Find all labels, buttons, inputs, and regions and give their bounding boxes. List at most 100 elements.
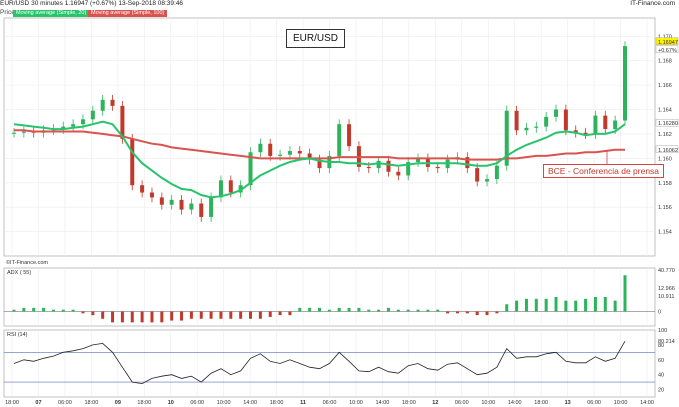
price-label: 1.16280 <box>658 121 678 127</box>
adx-bar <box>515 300 519 312</box>
candle-body <box>563 109 568 131</box>
candle-body <box>366 166 371 169</box>
adx-bar <box>22 307 26 312</box>
adx-bar <box>357 307 361 312</box>
x-tick-label: 06:00 <box>58 400 72 406</box>
adx-bar <box>377 309 381 312</box>
adx-bar <box>623 275 627 312</box>
adx-bar <box>170 311 174 321</box>
candle-body <box>475 168 480 182</box>
adx-bar <box>347 307 351 312</box>
adx-bar <box>495 311 499 314</box>
price-title-box: EUR/USD <box>286 29 346 48</box>
candle-body <box>179 199 184 210</box>
adx-bar <box>485 311 489 316</box>
adx-bar <box>32 307 36 312</box>
adx-value-label: 40.770 <box>658 268 675 274</box>
y-tick-label: 1.168 <box>658 59 672 65</box>
adx-bar <box>120 311 124 323</box>
price-label: +0.67% <box>658 48 677 54</box>
x-tick-label: 10:00 <box>614 400 628 406</box>
x-tick-label: 18:00 <box>534 400 548 406</box>
adx-label: ADX ( 55) <box>7 270 31 276</box>
candle-body <box>71 124 76 127</box>
adx-bar <box>436 309 440 312</box>
candle-body <box>258 143 263 153</box>
rsi-tick-label: 20 <box>658 388 664 394</box>
adx-bar <box>465 311 469 314</box>
adx-bar <box>189 311 193 319</box>
adx-bar <box>524 298 528 312</box>
x-tick-label: 18:00 <box>270 400 284 406</box>
x-tick-label: 14:00 <box>243 400 257 406</box>
adx-bar <box>544 298 548 312</box>
chart-svg: 18:00 07 06:00 18:00 09 18:00 10 06:00 10:00 14:0… <box>3 17 679 406</box>
candle-body <box>376 160 381 169</box>
x-tick-label: 10:00 <box>481 400 495 406</box>
adx-bar <box>101 311 105 319</box>
chart-root: EUR/USD 30 minutes 1.16947 (+0.67%) 13-S… <box>0 0 679 407</box>
candle-body <box>90 110 95 120</box>
x-tick-label: 18:00 <box>137 400 151 406</box>
adx-bar <box>278 311 282 316</box>
price-label: 1.16062 <box>658 148 678 154</box>
candle-body <box>297 151 302 154</box>
candle-body <box>544 116 549 127</box>
x-tick-label: 14:00 <box>640 400 654 406</box>
adx-bar <box>180 311 184 321</box>
x-tick-label: 10:00 <box>217 400 231 406</box>
x-tick-label: 12 <box>432 400 438 406</box>
candle-body <box>140 185 145 193</box>
y-tick-label: 1.162 <box>658 132 672 138</box>
x-tick-label: 18:00 <box>84 400 98 406</box>
source-label: ©IT-Finance.com <box>6 259 48 266</box>
candle-body <box>287 151 292 155</box>
adx-bar <box>258 311 262 319</box>
candle-body <box>110 99 115 106</box>
adx-bar <box>475 311 479 316</box>
rsi-tick-label: 40 <box>658 373 664 379</box>
ecb-annotation: BCE - Conferencia de prensa <box>543 164 665 178</box>
adx-bar <box>81 311 85 314</box>
adx-bar <box>308 307 312 312</box>
adx-bar <box>249 311 253 319</box>
adx-bar <box>426 309 430 312</box>
adx-bar <box>288 311 292 316</box>
adx-bar <box>111 311 115 323</box>
adx-bar <box>239 311 243 319</box>
candle-body <box>554 109 559 117</box>
candle-body <box>583 132 588 134</box>
x-tick-label: 13 <box>565 400 571 406</box>
candle-body <box>159 197 164 205</box>
candle-body <box>623 46 627 121</box>
candle-body <box>189 203 194 210</box>
candle-body <box>514 110 519 131</box>
adx-bar <box>584 298 588 312</box>
adx-bar <box>150 311 154 323</box>
adx-bar <box>505 304 509 312</box>
adx-bar <box>574 300 578 312</box>
adx-value-label: 10.911 <box>658 294 674 300</box>
x-tick-label: 06:00 <box>587 400 601 406</box>
adx-bar <box>554 297 558 312</box>
candle-body <box>337 124 342 156</box>
adx-bar <box>268 311 272 317</box>
candle-body <box>21 131 26 133</box>
x-tick-label: 06:00 <box>455 400 469 406</box>
adx-bar <box>61 309 65 312</box>
candle-body <box>100 99 105 111</box>
x-tick-label: 14:00 <box>376 400 390 406</box>
candle-body <box>494 165 499 180</box>
adx-bar <box>42 307 46 312</box>
adx-bar <box>603 297 607 312</box>
candle-body <box>396 171 401 176</box>
adx-bar <box>229 311 233 319</box>
price-label: 1.16947 <box>658 40 678 46</box>
adx-bar <box>219 311 223 319</box>
candle-body <box>278 154 283 156</box>
adx-bar <box>367 309 371 312</box>
adx-bar <box>160 311 164 323</box>
x-tick-label: 18:00 <box>5 400 19 406</box>
candle-body <box>386 160 391 172</box>
adx-bar <box>327 309 331 312</box>
